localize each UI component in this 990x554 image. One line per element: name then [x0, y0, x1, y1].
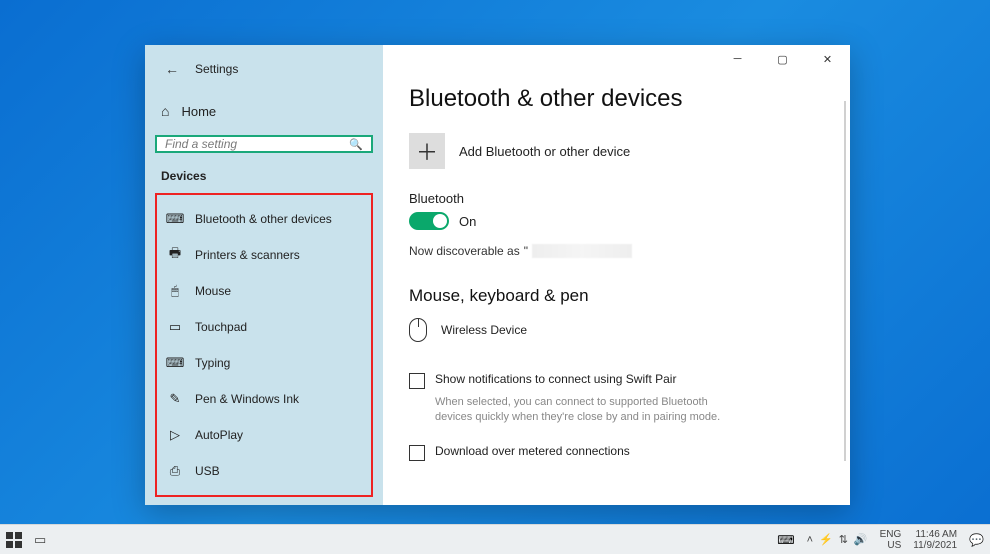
sidebar: ← Settings ⌂ Home 🔍 Devices ⌨ Bluetooth …: [145, 45, 383, 505]
search-input[interactable]: [165, 137, 349, 151]
plus-icon: ＋: [416, 135, 438, 167]
add-device-label: Add Bluetooth or other device: [459, 144, 630, 159]
sidebar-item-bluetooth[interactable]: ⌨ Bluetooth & other devices: [159, 201, 369, 237]
sidebar-item-mouse[interactable]: 🖱 Mouse: [159, 273, 369, 309]
swift-pair-row: Show notifications to connect using Swif…: [409, 372, 824, 389]
bluetooth-toggle-state: On: [459, 214, 476, 229]
tray-icons[interactable]: ˄ ⚡ ⇅ 🔊: [807, 533, 868, 546]
mkp-heading: Mouse, keyboard & pen: [409, 286, 824, 306]
system-tray: ⌨ ˄ ⚡ ⇅ 🔊 ENG US 11:46 AM 11/9/2021 💬: [777, 529, 984, 551]
sidebar-item-label: Touchpad: [195, 320, 247, 334]
metered-label: Download over metered connections: [435, 444, 630, 458]
tray-language[interactable]: ENG US: [880, 529, 902, 551]
sidebar-item-touchpad[interactable]: ▭ Touchpad: [159, 309, 369, 345]
usb-icon: ⎙: [167, 463, 183, 479]
bluetooth-toggle-row: On: [409, 212, 824, 230]
sidebar-item-typing[interactable]: ⌨ Typing: [159, 345, 369, 381]
device-row[interactable]: Wireless Device: [409, 318, 824, 342]
sidebar-item-label: Pen & Windows Ink: [195, 392, 299, 406]
chevron-up-icon[interactable]: ˄: [807, 534, 813, 546]
sound-icon[interactable]: 🔊: [854, 533, 868, 546]
sidebar-header: ← Settings: [155, 57, 373, 87]
nav-list-highlight: ⌨ Bluetooth & other devices 🖶 Printers &…: [155, 193, 373, 497]
settings-window: ─ ▢ ✕ ← Settings ⌂ Home 🔍 Devices ⌨ Blue…: [145, 45, 850, 505]
home-icon: ⌂: [161, 103, 169, 119]
taskbar: ▭ ⌨ ˄ ⚡ ⇅ 🔊 ENG US 11:46 AM 11/9/2021 💬: [0, 524, 990, 554]
discoverable-name-redacted: [532, 244, 632, 258]
sidebar-item-label: Bluetooth & other devices: [195, 212, 332, 226]
swift-pair-checkbox[interactable]: [409, 373, 425, 389]
home-button[interactable]: ⌂ Home: [155, 95, 373, 127]
sidebar-item-label: USB: [195, 464, 220, 478]
swift-pair-help: When selected, you can connect to suppor…: [435, 395, 735, 426]
touchpad-icon: ▭: [167, 319, 183, 335]
scrollbar[interactable]: [844, 101, 846, 461]
window-title: Settings: [195, 62, 238, 76]
battery-icon[interactable]: ⚡: [819, 533, 833, 546]
start-button[interactable]: [6, 532, 22, 548]
wifi-icon[interactable]: ⇅: [839, 533, 848, 546]
autoplay-icon: ▷: [167, 427, 183, 443]
category-label: Devices: [155, 165, 373, 193]
search-box[interactable]: 🔍: [155, 135, 373, 153]
sidebar-item-label: AutoPlay: [195, 428, 243, 442]
bluetooth-section-label: Bluetooth: [409, 191, 824, 206]
mouse-device-icon: [409, 318, 427, 342]
add-device-row[interactable]: ＋ Add Bluetooth or other device: [409, 133, 824, 169]
task-view-icon[interactable]: ▭: [34, 532, 46, 548]
metered-checkbox[interactable]: [409, 445, 425, 461]
sidebar-item-label: Printers & scanners: [195, 248, 300, 262]
discoverable-prefix: Now discoverable as: [409, 244, 520, 258]
minimize-button[interactable]: ─: [715, 45, 760, 73]
device-name: Wireless Device: [441, 323, 527, 337]
close-button[interactable]: ✕: [805, 45, 850, 73]
tray-keyboard-icon[interactable]: ⌨: [777, 533, 794, 547]
pen-icon: ✎: [167, 391, 183, 407]
discoverable-text: Now discoverable as ": [409, 244, 824, 258]
main-content: Bluetooth & other devices ＋ Add Bluetoot…: [383, 45, 850, 505]
sidebar-item-autoplay[interactable]: ▷ AutoPlay: [159, 417, 369, 453]
page-heading: Bluetooth & other devices: [409, 85, 824, 113]
bluetooth-toggle[interactable]: [409, 212, 449, 230]
sidebar-item-usb[interactable]: ⎙ USB: [159, 453, 369, 489]
sidebar-item-pen[interactable]: ✎ Pen & Windows Ink: [159, 381, 369, 417]
swift-pair-label: Show notifications to connect using Swif…: [435, 372, 676, 386]
tray-clock[interactable]: 11:46 AM 11/9/2021: [913, 529, 957, 551]
add-device-button[interactable]: ＋: [409, 133, 445, 169]
maximize-button[interactable]: ▢: [760, 45, 805, 73]
devices-icon: ⌨: [167, 211, 183, 227]
printer-icon: 🖶: [167, 247, 183, 263]
mouse-icon: 🖱: [167, 283, 183, 299]
sidebar-item-label: Typing: [195, 356, 230, 370]
window-controls: ─ ▢ ✕: [715, 45, 850, 73]
sidebar-item-label: Mouse: [195, 284, 231, 298]
home-label: Home: [181, 104, 216, 119]
metered-row: Download over metered connections: [409, 444, 824, 461]
sidebar-item-printers[interactable]: 🖶 Printers & scanners: [159, 237, 369, 273]
notifications-icon[interactable]: 💬: [969, 533, 984, 547]
back-arrow-icon[interactable]: ←: [159, 61, 179, 77]
search-icon: 🔍: [349, 138, 363, 151]
taskbar-left: ▭: [6, 532, 46, 548]
keyboard-icon: ⌨: [167, 355, 183, 371]
